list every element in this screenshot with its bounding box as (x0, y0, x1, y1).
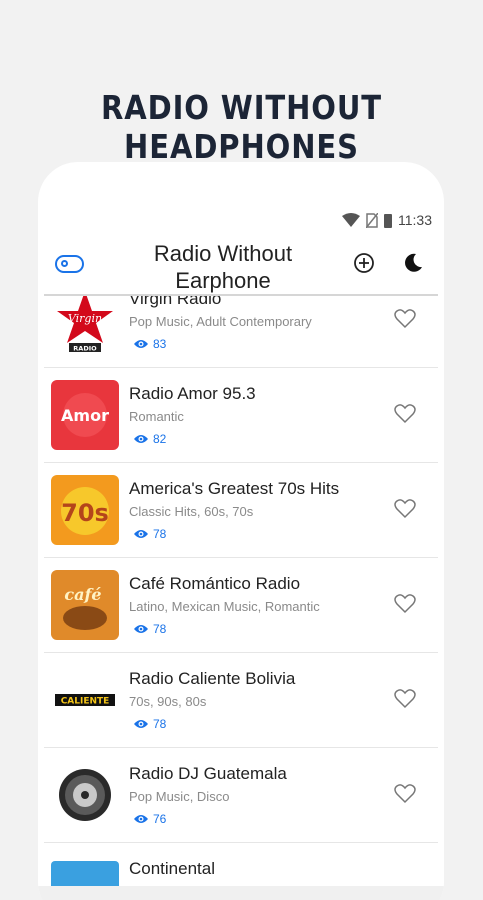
app-title-line1: Radio Without (153, 241, 293, 266)
station-genres: Latino, Mexican Music, Romantic (129, 599, 320, 614)
heart-icon[interactable] (394, 689, 416, 709)
radio-amor-logo: Amor (51, 380, 119, 450)
promo-headline: RADIO WITHOUT HEADPHONES (100, 88, 383, 166)
svg-text:Virgin: Virgin (68, 312, 102, 325)
views-count: 78 (153, 527, 167, 541)
station-name: Virgin Radio (129, 296, 222, 308)
svg-text:CALIENTE: CALIENTE (61, 697, 110, 707)
station-name: Radio Caliente Bolivia (129, 669, 296, 688)
views-counter: 76 (133, 812, 166, 826)
station-genres: Romantic (129, 409, 184, 424)
app-title-line2: Earphone (175, 268, 271, 293)
svg-text:RADIO: RADIO (73, 345, 97, 353)
views-count: 78 (153, 717, 167, 731)
station-card-virgin-radio[interactable]: Virgin RADIO Virgin Radio Pop Music, Adu… (44, 296, 438, 368)
svg-text:café: café (64, 585, 101, 604)
phone-frame: 11:33 Radio Without Earphone Virgin RADI… (38, 162, 444, 900)
add-circle-icon[interactable] (353, 252, 375, 274)
app-bar: Radio Without Earphone (38, 238, 444, 294)
eye-icon (134, 435, 148, 443)
eye-icon (134, 815, 148, 823)
bottom-strip (38, 886, 444, 900)
eye-icon (134, 720, 148, 728)
wifi-icon (342, 213, 360, 227)
status-time: 11:33 (398, 212, 432, 228)
station-name: Continental (129, 859, 216, 878)
heart-icon[interactable] (394, 594, 416, 614)
views-count: 76 (153, 812, 167, 826)
heart-icon[interactable] (394, 309, 416, 329)
views-count: 83 (153, 337, 167, 351)
station-name: Radio DJ Guatemala (129, 764, 287, 783)
station-name: Radio Amor 95.3 (129, 384, 256, 403)
heart-icon[interactable] (394, 404, 416, 424)
eye-icon (134, 530, 148, 538)
views-count: 78 (153, 622, 167, 636)
station-card-radio-amor[interactable]: Amor Radio Amor 95.3 Romantic 82 (44, 368, 438, 463)
toggle-icon[interactable] (55, 255, 84, 273)
eye-icon (134, 625, 148, 633)
heart-icon[interactable] (394, 784, 416, 804)
station-name: Café Romántico Radio (129, 574, 301, 593)
station-card-cafe-romantico[interactable]: café Café Romántico Radio Latino, Mexica… (44, 558, 438, 653)
no-sim-icon (366, 212, 378, 228)
radio-caliente-logo: CALIENTE (51, 665, 119, 735)
views-counter: 78 (133, 717, 166, 731)
station-list: Virgin RADIO Virgin Radio Pop Music, Adu… (38, 296, 444, 900)
views-counter: 78 (133, 622, 166, 636)
station-name: America's Greatest 70s Hits (129, 479, 340, 498)
virgin-radio-logo: Virgin RADIO (51, 296, 119, 355)
app-title: Radio Without Earphone (133, 240, 313, 294)
heart-icon[interactable] (394, 499, 416, 519)
station-card-radio-dj[interactable]: Radio DJ Guatemala Pop Music, Disco 76 (44, 748, 438, 843)
views-counter: 83 (133, 337, 166, 351)
radio-dj-logo (51, 760, 119, 830)
station-genres: Pop Music, Disco (129, 789, 230, 804)
status-bar: 11:33 (342, 210, 432, 230)
views-counter: 82 (133, 432, 166, 446)
station-genres: Pop Music, Adult Contemporary (129, 314, 312, 329)
70s-hits-logo: 70s (51, 475, 119, 545)
dark-mode-moon-icon[interactable] (402, 252, 424, 274)
station-card-radio-caliente[interactable]: CALIENTE Radio Caliente Bolivia 70s, 90s… (44, 653, 438, 748)
views-counter: 78 (133, 527, 166, 541)
station-genres: 70s, 90s, 80s (129, 694, 207, 709)
svg-text:70s: 70s (61, 499, 109, 527)
cafe-romantico-logo: café (51, 570, 119, 640)
station-card-70s-hits[interactable]: 70s America's Greatest 70s Hits Classic … (44, 463, 438, 558)
battery-icon (384, 213, 392, 228)
svg-text:Amor: Amor (61, 406, 109, 425)
eye-icon (134, 340, 148, 348)
views-count: 82 (153, 432, 167, 446)
station-genres: Classic Hits, 60s, 70s (129, 504, 254, 519)
